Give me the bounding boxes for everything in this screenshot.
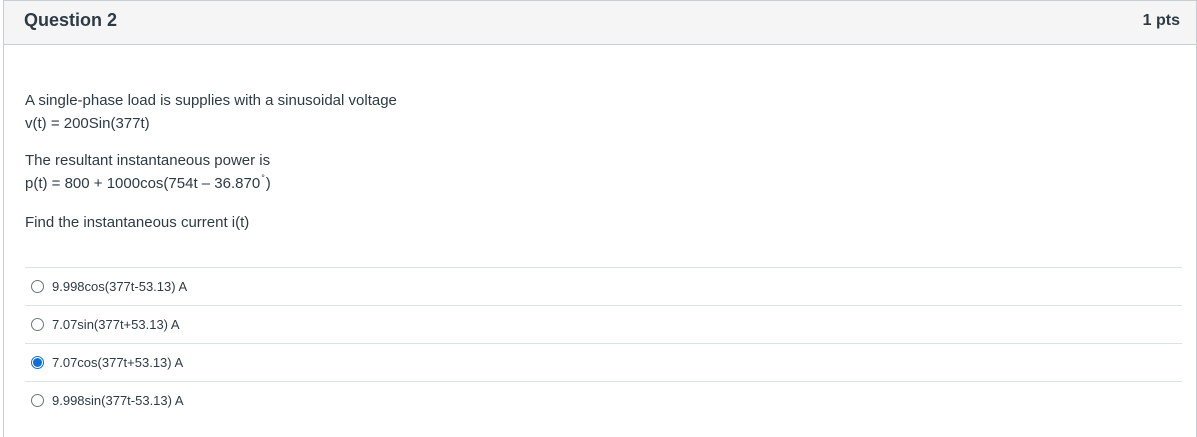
question-line-3: The resultant instantaneous power is — [25, 152, 271, 169]
answer-option-2[interactable]: 7.07sin(377t+53.13) A — [25, 305, 1182, 343]
question-text-block-2: The resultant instantaneous power is p(t… — [25, 149, 397, 197]
question-points: 1 pts — [1142, 12, 1180, 29]
answer-label[interactable]: 7.07sin(377t+53.13) A — [52, 317, 180, 332]
question-header: Question 2 1 pts — [4, 1, 1196, 45]
answer-label[interactable]: 9.998cos(377t-53.13) A — [52, 279, 187, 294]
answer-label[interactable]: 7.07cos(377t+53.13) A — [52, 355, 183, 370]
answer-option-4[interactable]: 9.998sin(377t-53.13) A — [25, 381, 1182, 419]
question-body: A single-phase load is supplies with a s… — [25, 89, 397, 234]
question-line-4-main: p(t) = 800 + 1000cos(754t – 36.870 — [25, 175, 261, 192]
radio-button[interactable] — [31, 280, 44, 293]
answer-option-1[interactable]: 9.998cos(377t-53.13) A — [25, 267, 1182, 305]
radio-button[interactable] — [31, 356, 44, 369]
radio-button[interactable] — [31, 394, 44, 407]
question-line-4-close: ) — [265, 175, 271, 192]
radio-button[interactable] — [31, 318, 44, 331]
degree-symbol: ° — [261, 173, 265, 183]
question-line-4: p(t) = 800 + 1000cos(754t – 36.870°) — [25, 173, 271, 192]
answer-label[interactable]: 9.998sin(377t-53.13) A — [52, 393, 184, 408]
answer-option-3[interactable]: 7.07cos(377t+53.13) A — [25, 343, 1182, 381]
question-text-block-1: A single-phase load is supplies with a s… — [25, 89, 397, 135]
question-title: Question 2 — [24, 10, 118, 30]
question-line-1: A single-phase load is supplies with a s… — [25, 92, 397, 109]
question-text-block-3: Find the instantaneous current i(t) — [25, 211, 397, 234]
answer-list: 9.998cos(377t-53.13) A 7.07sin(377t+53.1… — [25, 267, 1182, 419]
question-card: Question 2 1 pts A single-phase load is … — [3, 0, 1197, 437]
question-line-2: v(t) = 200Sin(377t) — [25, 115, 150, 132]
question-line-5: Find the instantaneous current i(t) — [25, 214, 250, 231]
radio-dot — [33, 358, 42, 367]
